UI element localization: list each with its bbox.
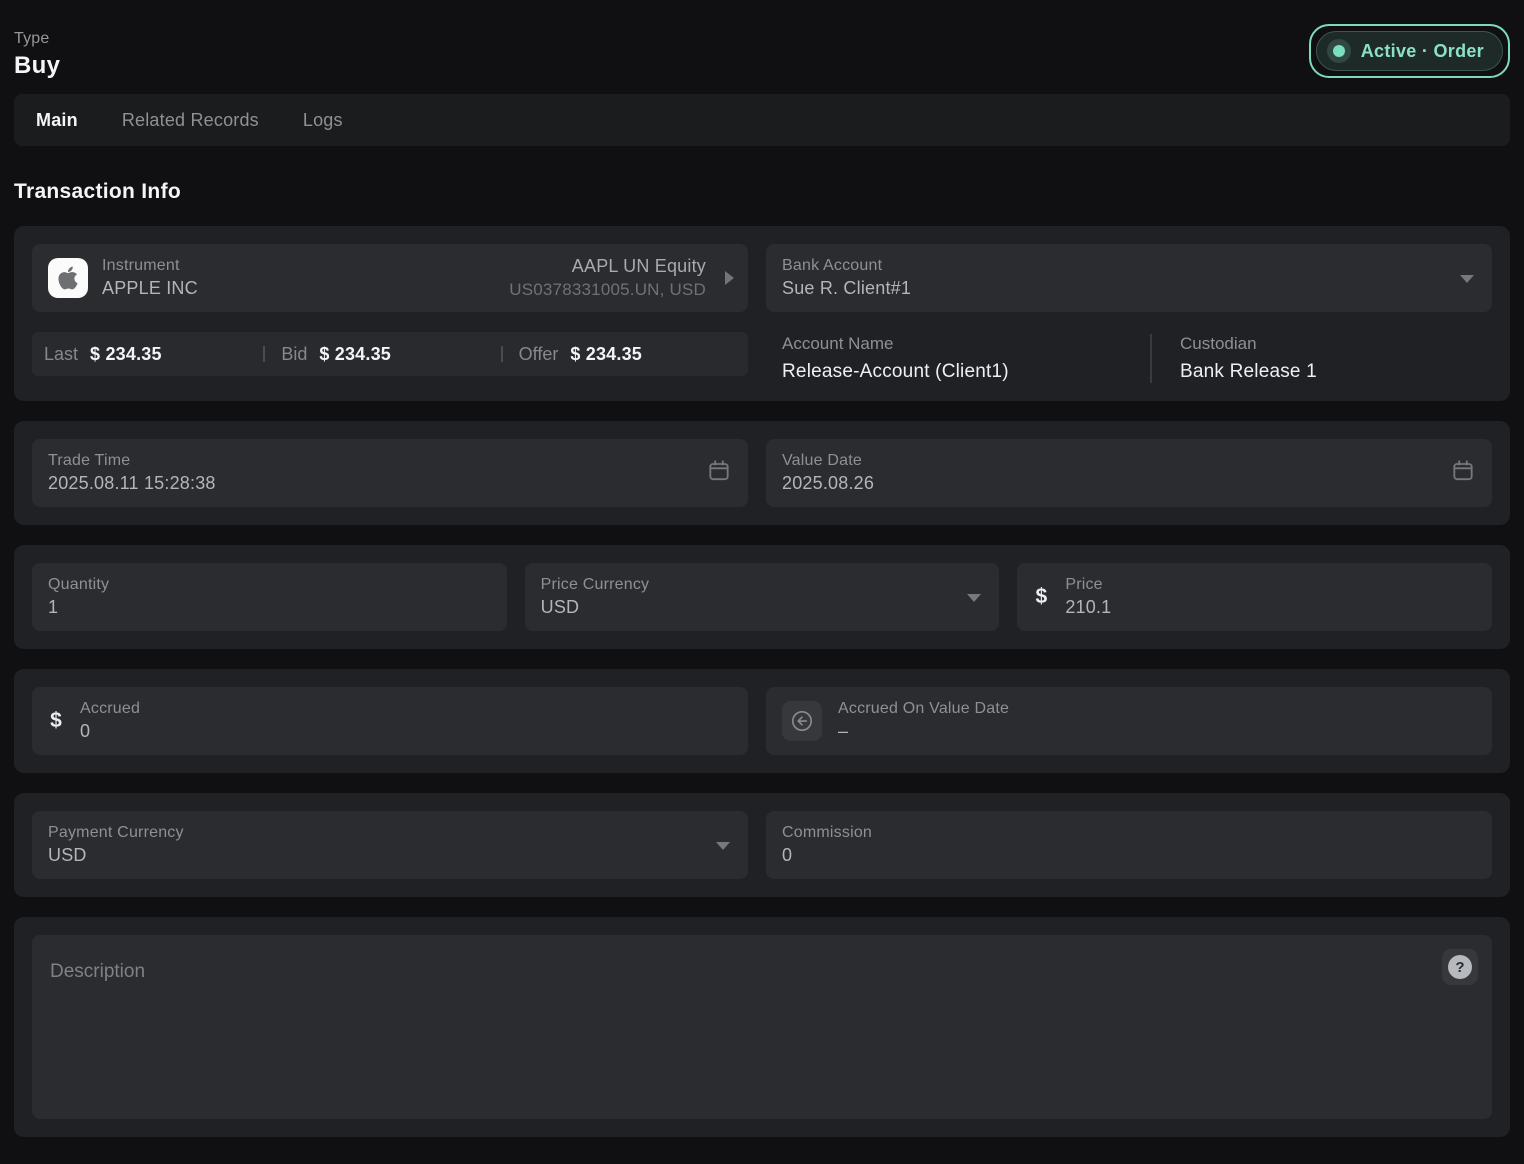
calendar-icon[interactable] — [706, 458, 732, 489]
chevron-down-icon — [1460, 275, 1474, 283]
quote-divider — [501, 346, 503, 362]
accrued-label: Accrued — [80, 700, 140, 718]
payment-currency-value: USD — [48, 845, 732, 866]
description-input[interactable]: Description ? — [32, 935, 1492, 1119]
type-label: Type — [14, 30, 60, 48]
page-header: Type Buy Active · Order — [14, 14, 1510, 94]
calendar-icon[interactable] — [1450, 458, 1476, 489]
chevron-down-icon — [716, 842, 730, 850]
bank-account-label: Bank Account — [782, 257, 1476, 275]
instrument-field[interactable]: Instrument APPLE INC AAPL UN Equity US03… — [32, 244, 748, 312]
bank-account-select[interactable]: Bank Account Sue R. Client#1 — [766, 244, 1492, 312]
value-date-field[interactable]: Value Date 2025.08.26 — [766, 439, 1492, 507]
dollar-icon: $ — [1033, 585, 1049, 609]
trade-time-value: 2025.08.11 15:28:38 — [48, 473, 732, 494]
status-pill: Active · Order — [1316, 31, 1503, 71]
accrued-section: $ Accrued 0 Accrued On Value Date – — [14, 669, 1510, 773]
price-currency-select[interactable]: Price Currency USD — [525, 563, 1000, 631]
payment-currency-select[interactable]: Payment Currency USD — [32, 811, 748, 879]
instrument-name: APPLE INC — [102, 278, 198, 299]
vertical-divider — [1150, 334, 1152, 383]
account-name-value: Release-Account (Client1) — [782, 361, 1122, 383]
accrued-field[interactable]: $ Accrued 0 — [32, 687, 748, 755]
bank-account-value: Sue R. Client#1 — [782, 278, 1476, 299]
quote-divider — [263, 346, 265, 362]
tab-logs[interactable]: Logs — [303, 110, 343, 131]
tab-main[interactable]: Main — [36, 110, 78, 131]
quote-bid-value: $ 234.35 — [319, 344, 391, 365]
status-dot-icon — [1327, 39, 1351, 63]
tab-related-records[interactable]: Related Records — [122, 110, 259, 131]
price-currency-label: Price Currency — [541, 576, 984, 594]
quantity-label: Quantity — [48, 576, 491, 594]
section-title: Transaction Info — [14, 180, 1510, 204]
quote-bid: Bid $ 234.35 — [279, 344, 500, 365]
arrow-left-circle-icon[interactable] — [782, 701, 822, 741]
description-section: Description ? — [14, 917, 1510, 1137]
status-badge[interactable]: Active · Order — [1309, 24, 1510, 78]
quote-offer-value: $ 234.35 — [570, 344, 642, 365]
price-value: 210.1 — [1065, 597, 1111, 618]
accrued-value: 0 — [80, 721, 140, 742]
chevron-down-icon — [967, 594, 981, 602]
trade-time-label: Trade Time — [48, 452, 732, 470]
custodian-block: Custodian Bank Release 1 — [1180, 334, 1317, 383]
instrument-ticker: AAPL UN Equity — [509, 256, 706, 277]
type-value: Buy — [14, 52, 60, 80]
trade-time-field[interactable]: Trade Time 2025.08.11 15:28:38 — [32, 439, 748, 507]
quote-last: Last $ 234.35 — [42, 344, 263, 365]
price-currency-value: USD — [541, 597, 984, 618]
help-button[interactable]: ? — [1442, 949, 1478, 985]
value-date-label: Value Date — [782, 452, 1476, 470]
description-placeholder: Description — [50, 961, 145, 982]
dollar-icon: $ — [48, 709, 64, 733]
order-type-block: Type Buy — [14, 22, 60, 80]
quote-last-value: $ 234.35 — [90, 344, 162, 365]
custodian-value: Bank Release 1 — [1180, 361, 1317, 383]
price-label: Price — [1065, 576, 1111, 594]
account-name-block: Account Name Release-Account (Client1) — [782, 334, 1122, 383]
quote-bid-label: Bid — [281, 344, 307, 365]
accrued-on-value-date-value: – — [838, 721, 1009, 742]
account-info-row: Account Name Release-Account (Client1) C… — [766, 334, 1492, 383]
custodian-label: Custodian — [1180, 334, 1317, 354]
price-field[interactable]: $ Price 210.1 — [1017, 563, 1492, 631]
quantity-value: 1 — [48, 597, 491, 618]
quantity-field[interactable]: Quantity 1 — [32, 563, 507, 631]
tab-bar: Main Related Records Logs — [14, 94, 1510, 146]
quantity-price-section: Quantity 1 Price Currency USD $ Price 21… — [14, 545, 1510, 649]
value-date-value: 2025.08.26 — [782, 473, 1476, 494]
commission-label: Commission — [782, 824, 1476, 842]
account-name-label: Account Name — [782, 334, 1122, 354]
instrument-isin: US0378331005.UN, USD — [509, 280, 706, 300]
instrument-label: Instrument — [102, 257, 198, 275]
dates-section: Trade Time 2025.08.11 15:28:38 Value Dat… — [14, 421, 1510, 525]
apple-logo-icon — [48, 258, 88, 298]
chevron-right-icon[interactable] — [725, 271, 734, 285]
status-badge-label: Active · Order — [1361, 41, 1484, 62]
accrued-on-value-date-field: Accrued On Value Date – — [766, 687, 1492, 755]
quote-last-label: Last — [44, 344, 78, 365]
payment-currency-label: Payment Currency — [48, 824, 732, 842]
accrued-on-value-date-label: Accrued On Value Date — [838, 700, 1009, 718]
question-mark-icon: ? — [1448, 955, 1472, 979]
commission-value: 0 — [782, 845, 1476, 866]
quote-offer: Offer $ 234.35 — [517, 344, 738, 365]
instrument-bank-section: Instrument APPLE INC AAPL UN Equity US03… — [14, 226, 1510, 401]
quote-offer-label: Offer — [519, 344, 559, 365]
quotes-bar: Last $ 234.35 Bid $ 234.35 Offer $ 234.3… — [32, 332, 748, 376]
payment-section: Payment Currency USD Commission 0 — [14, 793, 1510, 897]
commission-field[interactable]: Commission 0 — [766, 811, 1492, 879]
